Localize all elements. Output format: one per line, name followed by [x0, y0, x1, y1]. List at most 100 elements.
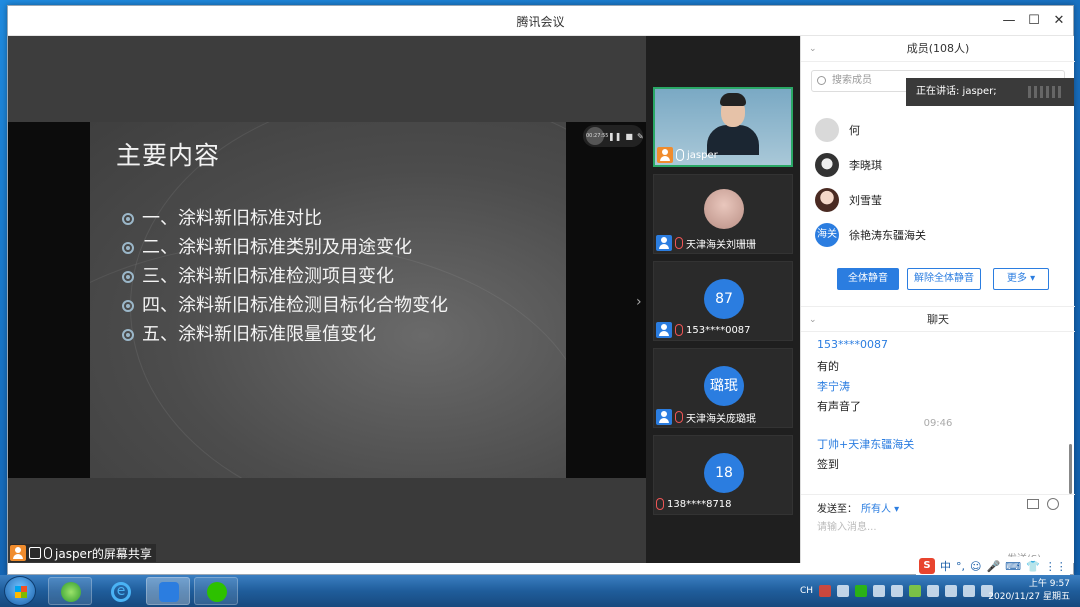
send-to-label: 发送至： [817, 504, 857, 515]
video-tile[interactable]: 18 138****8718 [653, 435, 793, 515]
presenter-icon [10, 545, 26, 561]
list-item[interactable]: 刘雪莹 [815, 186, 882, 214]
mute-all-button[interactable]: 全体静音 [837, 268, 899, 290]
screen-share-icon [29, 547, 41, 559]
tray-icon[interactable] [909, 585, 922, 597]
tray-icon[interactable] [945, 585, 958, 597]
pause-icon[interactable]: ❚❚ [608, 132, 621, 141]
user-icon [656, 409, 672, 425]
chat-header[interactable]: ⌄ 聊天 [801, 306, 1075, 332]
clock-time: 上午 9:57 [1028, 579, 1070, 589]
tencent-meeting-icon [159, 582, 179, 602]
browser-360-icon [61, 582, 81, 602]
menu-icon[interactable]: ⋮⋮ [1045, 560, 1067, 573]
screen-share-text: jasper的屏幕共享 [55, 546, 152, 561]
taskbar-app-ie[interactable]: e [98, 577, 142, 605]
tray-icon[interactable] [891, 585, 904, 597]
chat-scrollbar[interactable] [1069, 444, 1072, 494]
muted-microphone-icon [675, 237, 683, 249]
tray-icon[interactable] [873, 585, 886, 597]
video-tile-jasper[interactable]: jasper [653, 87, 793, 167]
speaking-text: 正在讲话: jasper; [916, 86, 997, 97]
ime-mode[interactable]: 中 [940, 558, 951, 574]
voice-icon[interactable]: 🎤 [986, 560, 1000, 573]
member-name: 徐艳涛东疆海关 [849, 229, 926, 242]
collapse-videos-chevron-icon[interactable]: › [636, 294, 642, 310]
avatar [815, 188, 839, 212]
participant-name: 天津海关庞璐珉 [686, 413, 756, 425]
unmute-all-button[interactable]: 解除全体静音 [907, 268, 981, 290]
slide-title: 主要内容 [116, 141, 221, 170]
participant-avatar: 璐珉 [704, 366, 744, 406]
audio-wave-icon [1028, 86, 1064, 98]
sogou-icon[interactable]: S [919, 558, 935, 574]
slide-bullet-item: 五、涂料新旧标准限量值变化 [122, 320, 448, 349]
minimize-button[interactable]: — [998, 11, 1020, 31]
mention-icon[interactable] [1047, 498, 1059, 510]
muted-microphone-icon [675, 324, 683, 336]
chat-messages: 153****0087 有的 李宁涛 有声音了 09:46 丁帅+天津东疆海关 … [801, 332, 1075, 492]
slide-bullet-item: 一、涂料新旧标准对比 [122, 204, 448, 233]
wechat-tray-icon[interactable] [855, 585, 868, 597]
recording-control[interactable]: 00:27:55 ❚❚ ■ ✎ [583, 125, 644, 147]
bullet-icon [122, 270, 134, 283]
list-item[interactable]: 海关 徐艳涛东疆海关 [815, 221, 926, 249]
skin-icon[interactable]: 👕 [1026, 560, 1040, 573]
participant-avatar: 18 [704, 453, 744, 493]
chat-timestamp: 09:46 [923, 418, 953, 429]
avatar [815, 153, 839, 177]
participant-avatar: 87 [704, 279, 744, 319]
collapse-chevron-icon[interactable]: ⌄ [809, 307, 817, 333]
participant-name: jasper [687, 149, 718, 161]
slide-bullet-item: 三、涂料新旧标准检测项目变化 [122, 262, 448, 291]
video-tile[interactable]: 87 153****0087 [653, 261, 793, 341]
video-tile-label: jasper [657, 147, 718, 163]
slide-bullet-text: 四、涂料新旧标准检测目标化合物变化 [142, 295, 448, 316]
taskbar-app-wechat[interactable] [194, 577, 238, 605]
chat-input[interactable]: 请输入消息... [817, 518, 877, 533]
members-header[interactable]: ⌄ 成员(108人) [801, 36, 1075, 62]
video-tile[interactable]: 天津海关刘珊珊 [653, 174, 793, 254]
clock-date: 2020/11/27 星期五 [988, 592, 1070, 602]
taskbar-app-360[interactable] [48, 577, 92, 605]
punctuation-icon[interactable]: °, [956, 560, 965, 573]
image-icon[interactable] [1027, 499, 1039, 509]
pen-icon[interactable]: ✎ [637, 132, 644, 141]
maximize-button[interactable]: ☐ [1023, 11, 1045, 31]
microphone-icon [44, 547, 52, 559]
windows-logo-icon [15, 586, 27, 598]
list-item[interactable]: 何 [815, 116, 860, 144]
close-button[interactable]: ✕ [1048, 11, 1070, 31]
participant-name: 153****0087 [686, 324, 751, 336]
collapse-chevron-icon[interactable]: ⌄ [809, 36, 817, 62]
tray-icon[interactable] [837, 585, 850, 597]
emoji-icon[interactable]: ☺ [970, 560, 981, 573]
chat-title: 聊天 [927, 313, 949, 326]
start-button[interactable] [4, 576, 36, 606]
user-icon [656, 235, 672, 251]
list-item[interactable]: 李晓琪 [815, 151, 882, 179]
member-actions: 全体静音 解除全体静音 更多 ▾ [801, 268, 1075, 290]
video-tile[interactable]: 璐珉 天津海关庞璐珉 [653, 348, 793, 428]
speaking-tooltip: 正在讲话: jasper; [906, 78, 1074, 106]
search-placeholder: 搜索成员 [832, 75, 872, 86]
members-title: 成员(108人) [906, 42, 970, 55]
send-to-select[interactable]: 所有人 ▾ [861, 500, 899, 515]
ime-toolbar[interactable]: S 中 °, ☺ 🎤 ⌨ 👕 ⋮⋮ [916, 557, 1070, 575]
chat-message: 有声音了 [817, 400, 861, 413]
clock[interactable]: 上午 9:57 2020/11/27 星期五 [980, 578, 1070, 604]
more-button[interactable]: 更多 ▾ [993, 268, 1049, 290]
volume-icon[interactable] [963, 585, 976, 597]
screen-share-stage[interactable]: 主要内容 一、涂料新旧标准对比 二、涂料新旧标准类别及用途变化 三、涂料新旧标准… [8, 36, 646, 563]
keyboard-icon[interactable]: ⌨ [1005, 560, 1021, 573]
bullet-icon [122, 241, 134, 254]
language-indicator[interactable]: CH [800, 586, 813, 596]
participant-video [707, 91, 759, 155]
slide-bullet-list: 一、涂料新旧标准对比 二、涂料新旧标准类别及用途变化 三、涂料新旧标准检测项目变… [122, 204, 448, 349]
window-title: 腾讯会议 [516, 15, 565, 29]
stop-icon[interactable]: ■ [625, 132, 633, 141]
sogou-tray-icon[interactable] [819, 585, 832, 597]
taskbar-app-meeting[interactable] [146, 577, 190, 605]
bluetooth-icon[interactable] [927, 585, 940, 597]
video-tiles-column: jasper 天津海关刘珊珊 87 153****0087 璐珉 天津海关庞璐珉… [646, 36, 800, 563]
